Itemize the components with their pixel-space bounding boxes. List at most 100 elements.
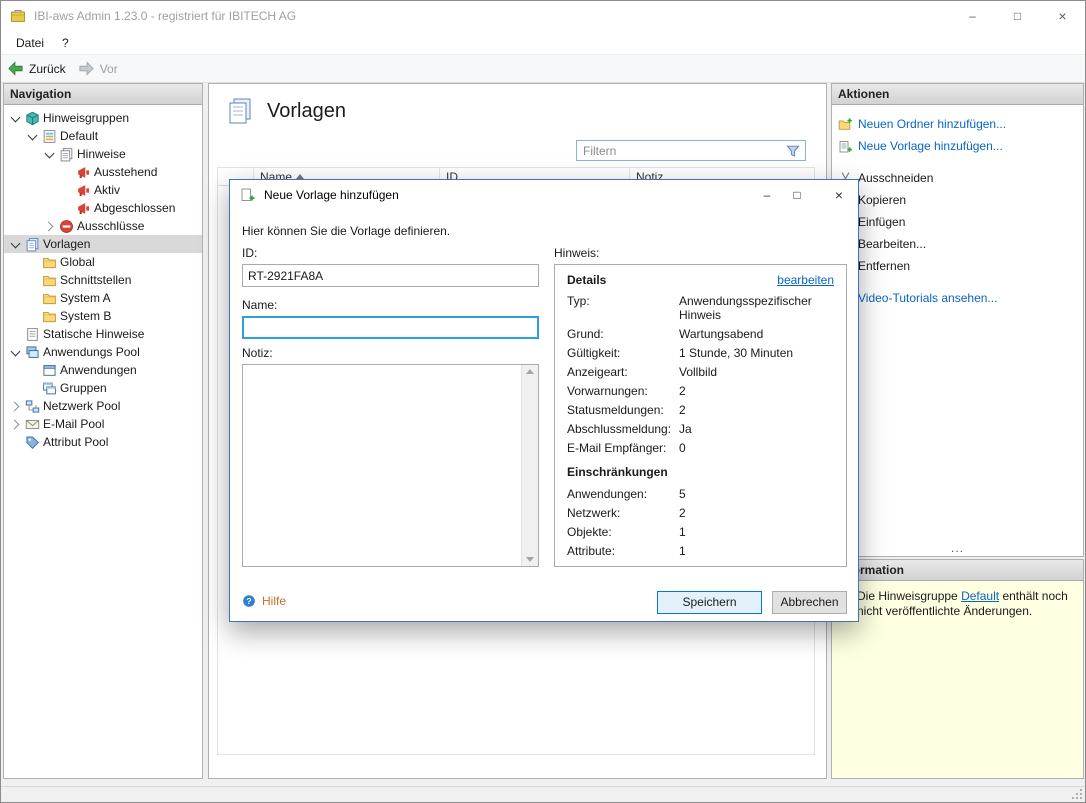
chevron-down-icon[interactable] [8, 237, 22, 251]
menu-help[interactable]: ? [53, 33, 78, 53]
note-scrollbar[interactable] [521, 365, 538, 566]
restriction-value: 5 [679, 487, 834, 501]
tree-label: Hinweisgruppen [43, 111, 129, 125]
dialog-description: Hier können Sie die Vorlage definieren. [242, 224, 450, 238]
tree-label: Statische Hinweise [43, 327, 144, 341]
detail-label: Anzeigeart: [567, 365, 679, 379]
action-video-tutorials[interactable]: Video-Tutorials ansehen... [832, 287, 1083, 309]
chevron-spacer [8, 435, 22, 449]
tree-item-anwendungen[interactable]: Anwendungen [4, 361, 202, 379]
window-title: IBI-aws Admin 1.23.0 - registriert für I… [34, 9, 296, 23]
tree-item-global[interactable]: Global [4, 253, 202, 271]
svg-text:?: ? [246, 596, 251, 606]
forward-button[interactable]: Vor [78, 60, 118, 77]
tree-item-gruppen[interactable]: Gruppen [4, 379, 202, 397]
tree-label: Gruppen [60, 381, 107, 395]
detail-value: 0 [679, 441, 834, 455]
action-cut[interactable]: Ausschneiden [832, 167, 1083, 189]
action-copy[interactable]: Kopieren [832, 189, 1083, 211]
tree-item-system-a[interactable]: System A [4, 289, 202, 307]
tree-item-anwendungs-pool[interactable]: Anwendungs Pool [4, 343, 202, 361]
tree-item-hinweise[interactable]: Hinweise [4, 145, 202, 163]
hinweis-label: Hinweis: [554, 246, 599, 260]
chevron-right-icon[interactable] [8, 399, 22, 413]
detail-label: Grund: [567, 327, 679, 341]
maximize-button[interactable]: □ [995, 1, 1040, 31]
dialog-titlebar[interactable]: Neue Vorlage hinzufügen – □ × [230, 180, 858, 210]
application-icon [42, 363, 57, 378]
tree-item-netzwerk-pool[interactable]: Netzwerk Pool [4, 397, 202, 415]
tree-item-abgeschlossen[interactable]: Abgeschlossen [4, 199, 202, 217]
templates-icon [25, 237, 40, 252]
cancel-button[interactable]: Abbrechen [772, 591, 847, 614]
information-panel: Information Die Hinweisgruppe Default en… [831, 559, 1084, 779]
notice-done-icon [76, 201, 91, 216]
menu-datei[interactable]: Datei [7, 33, 53, 53]
app-icon [10, 8, 26, 24]
save-button[interactable]: Speichern [657, 591, 762, 614]
detail-value: Ja [679, 422, 834, 436]
chevron-down-icon[interactable] [8, 111, 22, 125]
chevron-down-icon[interactable] [25, 129, 39, 143]
tree-item-aktiv[interactable]: Aktiv [4, 181, 202, 199]
detail-value: 2 [679, 384, 834, 398]
scroll-up-icon[interactable] [526, 369, 534, 374]
tree-label: Schnittstellen [60, 273, 131, 287]
action-edit[interactable]: Bearbeiten... [832, 233, 1083, 255]
chevron-down-icon[interactable] [8, 345, 22, 359]
action-label: Ausschneiden [858, 171, 933, 185]
chevron-right-icon[interactable] [8, 417, 22, 431]
new-template-dialog: Neue Vorlage hinzufügen – □ × Hier könne… [229, 179, 859, 622]
tree-item-statische-hinweise[interactable]: Statische Hinweise [4, 325, 202, 343]
edit-hinweis-link[interactable]: bearbeiten [777, 273, 834, 287]
action-paste[interactable]: Einfügen [832, 211, 1083, 233]
menubar: Datei ? [1, 31, 1085, 54]
name-label: Name: [242, 298, 277, 312]
help-link[interactable]: ? Hilfe [242, 594, 286, 608]
templates-page-icon [225, 96, 255, 126]
name-input[interactable] [242, 316, 539, 339]
action-label: Video-Tutorials ansehen... [858, 291, 997, 305]
tree-label: Anwendungen [60, 363, 137, 377]
tree-item-ausschluesse[interactable]: Ausschlüsse [4, 217, 202, 235]
tree-item-hinweisgruppen[interactable]: Hinweisgruppen [4, 109, 202, 127]
tree-item-system-b[interactable]: System B [4, 307, 202, 325]
filter-funnel-icon[interactable] [785, 143, 801, 159]
dialog-minimize-button[interactable]: – [752, 180, 782, 210]
back-button[interactable]: Zurück [7, 60, 66, 77]
actions-header: Aktionen [832, 84, 1083, 105]
chevron-down-icon[interactable] [42, 147, 56, 161]
action-remove[interactable]: Entfernen [832, 255, 1083, 277]
new-template-dialog-icon [240, 187, 256, 203]
dialog-close-button[interactable]: × [820, 180, 858, 210]
groups-icon [42, 381, 57, 396]
tree-item-attribut-pool[interactable]: Attribut Pool [4, 433, 202, 451]
information-text: Die Hinweisgruppe Default enthält noch n… [857, 589, 1077, 619]
folder-icon [42, 255, 57, 270]
resize-grip[interactable] [1071, 788, 1083, 800]
dialog-maximize-button[interactable]: □ [782, 180, 812, 210]
tree-item-email-pool[interactable]: E-Mail Pool [4, 415, 202, 433]
tree-item-schnittstellen[interactable]: Schnittstellen [4, 271, 202, 289]
action-new-template[interactable]: Neue Vorlage hinzufügen... [832, 135, 1083, 157]
tree-item-ausstehend[interactable]: Ausstehend [4, 163, 202, 181]
default-group-link[interactable]: Default [961, 589, 999, 603]
tree-label: Abgeschlossen [94, 201, 175, 215]
tree-item-default[interactable]: Default [4, 127, 202, 145]
detail-label: Abschlussmeldung: [567, 422, 679, 436]
chevron-right-icon[interactable] [42, 219, 56, 233]
id-input[interactable] [242, 264, 539, 287]
tree-item-vorlagen[interactable]: Vorlagen [4, 235, 202, 253]
restriction-label: Attribute: [567, 544, 679, 558]
notices-icon [59, 147, 74, 162]
scroll-down-icon[interactable] [526, 557, 534, 562]
minimize-button[interactable]: – [950, 1, 995, 31]
actions-overflow[interactable]: ... [832, 541, 1083, 555]
information-header: Information [832, 560, 1083, 581]
action-new-folder[interactable]: Neuen Ordner hinzufügen... [832, 113, 1083, 135]
filter-input[interactable] [577, 144, 785, 158]
note-textarea[interactable] [242, 364, 539, 567]
close-button[interactable]: × [1040, 1, 1085, 31]
back-label: Zurück [29, 62, 66, 76]
window-titlebar[interactable]: IBI-aws Admin 1.23.0 - registriert für I… [1, 1, 1085, 31]
